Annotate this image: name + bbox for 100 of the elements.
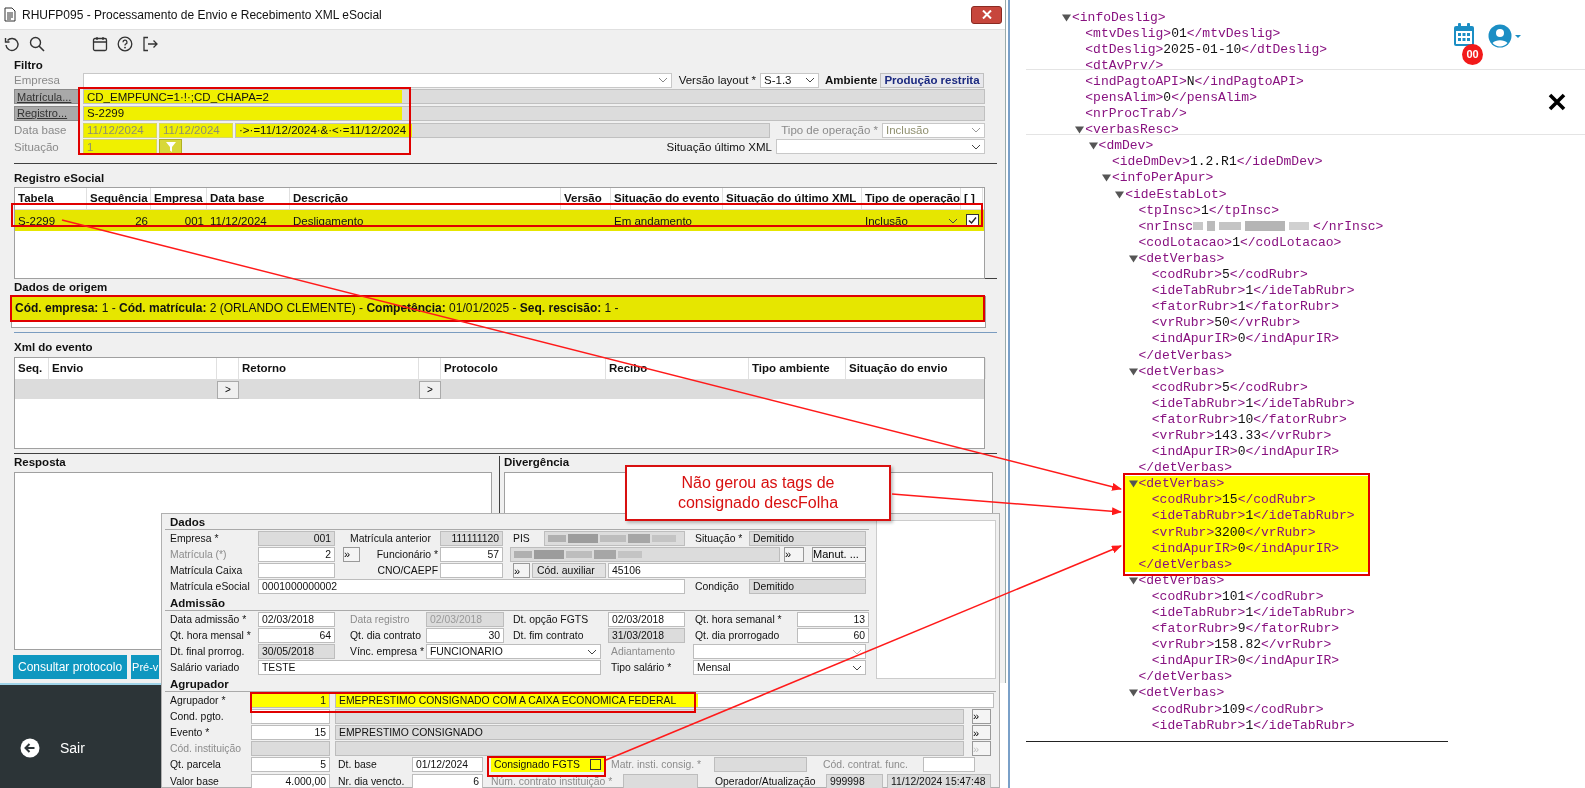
xml-value: 1 xyxy=(1245,283,1254,299)
xml-tag: </indApurIR> xyxy=(1245,444,1340,460)
field-label: Situação * xyxy=(695,532,744,544)
field-label: CNO/CAEPF xyxy=(376,565,438,577)
field-label: Ambiente xyxy=(825,74,879,87)
xml-tag: </mtvDeslig> xyxy=(1186,25,1281,41)
section-title: Resposta xyxy=(14,456,67,469)
xml-tag: </vrRubr> xyxy=(1261,637,1332,653)
xml-tag: </vrRubr> xyxy=(1261,428,1332,443)
section-title: Dados xyxy=(169,516,206,530)
field-label: Adiantamento xyxy=(611,646,677,658)
xml-tag: </indPagtoAPI> xyxy=(1194,73,1304,89)
xml-tag: <indApurIR> xyxy=(1151,444,1238,460)
field-label: Empresa xyxy=(14,74,62,87)
xml-value: 1 xyxy=(1237,299,1246,315)
xml-tag: </fatorRubr> xyxy=(1253,411,1347,427)
field-label: Data registro xyxy=(350,613,411,625)
field-label: Qt. hora mensal * xyxy=(170,629,252,641)
field-label: Cond. pgto. xyxy=(170,710,225,722)
xml-value: 0 xyxy=(1237,444,1246,460)
section-title: Agrupador xyxy=(169,678,229,692)
xml-tag: <ideTabRubr> xyxy=(1151,717,1246,733)
xml-value: 143.33 xyxy=(1214,428,1262,443)
field-label: Situação xyxy=(14,140,60,153)
section-title: Admissão xyxy=(169,597,225,611)
field-label: PIS xyxy=(513,532,531,544)
field-label: Matrícula (*) xyxy=(170,548,228,560)
xml-tag: </indApurIR> xyxy=(1245,540,1340,556)
table-cell-text: 11/12/2024 xyxy=(209,214,268,227)
field-label: Operador/Atualização xyxy=(715,775,817,787)
date-expression-field: ·>·=11/12/2024·&·<·=11/12/2024 xyxy=(235,122,770,138)
xml-tag: <codRubr> xyxy=(1151,379,1222,395)
xml-tag: <codRubr> xyxy=(1151,267,1222,283)
xml-value: 9 xyxy=(1237,621,1246,637)
xml-tag: <vrRubr> xyxy=(1151,315,1215,331)
xml-tag: <codRubr> xyxy=(1151,701,1222,717)
section-title: Divergência xyxy=(504,456,571,469)
xml-tag: </detVerbas> xyxy=(1138,460,1233,476)
xml-tag: <indPagtoAPI> xyxy=(1085,73,1187,89)
xml-tag: <dtAvPrv/> xyxy=(1085,57,1164,73)
xml-tag: <fatorRubr> xyxy=(1151,621,1238,637)
field-label: Matrícula eSocial xyxy=(170,581,251,593)
xml-value: 1 xyxy=(1232,234,1240,250)
xml-value: 0 xyxy=(1237,540,1246,556)
field-label: Matr. insti. consig. * xyxy=(611,759,703,771)
xml-tag: </ideTabRubr> xyxy=(1253,395,1355,411)
xml-value: N xyxy=(1186,73,1195,89)
xml-value: 101 xyxy=(1222,588,1246,604)
xml-tag: <ideTabRubr> xyxy=(1151,508,1246,524)
xml-tag: <vrRubr> xyxy=(1151,524,1215,540)
xml-tag: <fatorRubr> xyxy=(1151,299,1238,315)
xml-tag: </tpInsc> xyxy=(1208,202,1279,218)
xml-tag: <ideTabRubr> xyxy=(1151,283,1246,299)
field-label: Qt. parcela xyxy=(170,759,222,771)
xml-tag: <codLotacao> xyxy=(1138,234,1233,250)
xml-tag: <infoPerApur> xyxy=(1111,170,1214,186)
section-title: Registro eSocial xyxy=(14,172,106,185)
field-label: Dt. final prorrog. xyxy=(170,646,246,658)
xml-tag: <detVerbas> xyxy=(1138,476,1225,492)
xml-value: 1 xyxy=(1245,605,1254,620)
field-label: Empresa * xyxy=(170,532,220,544)
field-label: Cód. instituição xyxy=(170,743,243,755)
table-cell-text: Desligamento xyxy=(292,214,365,227)
field-label: Agrupador * xyxy=(170,694,227,706)
field-label: Vínc. empresa * xyxy=(350,646,425,658)
field-label: Data admissão * xyxy=(170,613,248,625)
xml-value: 3200 xyxy=(1214,524,1246,540)
field-label: Condição xyxy=(695,581,740,593)
xml-value: 1 xyxy=(1245,395,1254,411)
xml-tag: </codRubr> xyxy=(1229,267,1308,283)
xml-value: 1.2.R1 xyxy=(1189,154,1237,170)
xml-tag: <detVerbas> xyxy=(1138,363,1225,379)
xml-value: 0 xyxy=(1237,331,1246,347)
field-label: Situação último XML xyxy=(665,140,773,153)
xml-tag: </codRubr> xyxy=(1245,701,1324,717)
annotation-callout: Não gerou as tags de consignado descFolha xyxy=(625,465,891,521)
xml-tag: </dtDeslig> xyxy=(1241,41,1328,57)
field-label: Matrícula Caixa xyxy=(170,565,244,577)
field-label: Qt. dia contrato xyxy=(350,629,423,641)
field-label: Nr. dia vencto. xyxy=(338,775,406,787)
xml-tag: <ideTabRubr> xyxy=(1151,395,1246,411)
xml-tag: <indApurIR> xyxy=(1151,653,1238,669)
xml-value: 01 xyxy=(1171,25,1187,41)
xml-tag: <detVerbas> xyxy=(1138,572,1225,588)
xml-value: 1 xyxy=(1245,717,1254,733)
xml-tag: </ideTabRubr> xyxy=(1253,717,1355,733)
field-label: Matrícula anterior xyxy=(350,532,432,544)
xml-tag: <nrInsc xyxy=(1138,218,1194,234)
xml-value: 10 xyxy=(1237,411,1254,427)
field-label: Salário variado xyxy=(170,662,241,674)
notification-badge: 00 xyxy=(1462,44,1483,65)
xml-tag: <tpInsc> xyxy=(1138,202,1201,218)
xml-tag: </codRubr> xyxy=(1245,588,1324,604)
xml-tag: <codRubr> xyxy=(1151,588,1222,604)
xml-tag: <infoDeslig> xyxy=(1072,9,1166,25)
table-cell-text: Em andamento xyxy=(613,214,693,227)
xml-value: 158.82 xyxy=(1214,637,1262,653)
xml-tag: </detVerbas> xyxy=(1138,669,1233,685)
xml-tag: </ideTabRubr> xyxy=(1253,605,1355,620)
field-label: Cód. contrat. func. xyxy=(823,759,909,771)
